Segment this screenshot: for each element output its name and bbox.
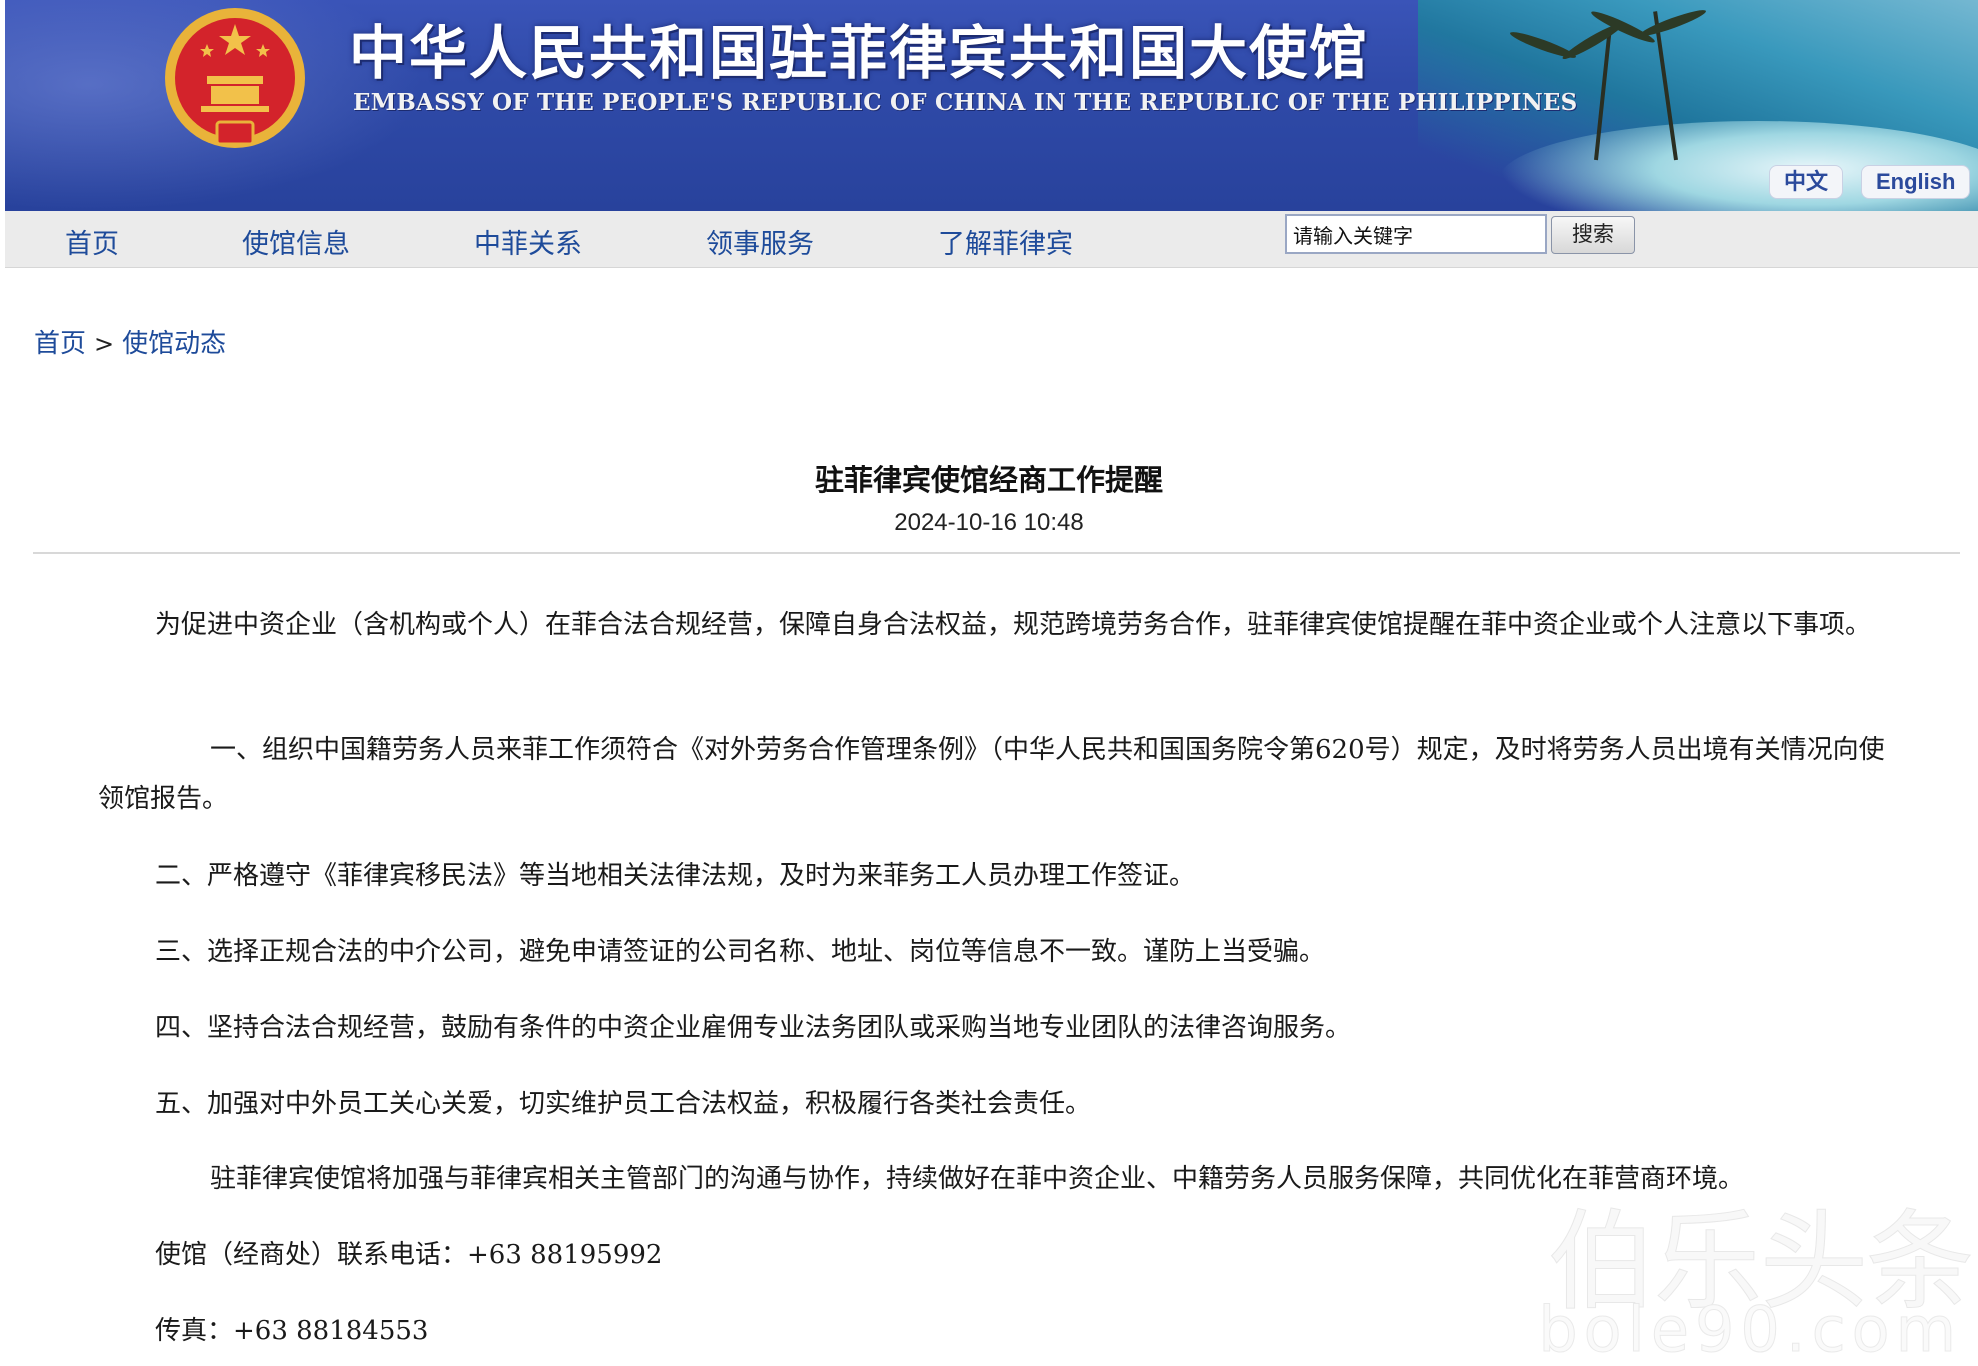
national-emblem-icon — [165, 8, 305, 148]
paragraph-text: 为促进中资企业（含机构或个人）在菲合法合规经营，保障自身合法权益，规范跨境劳务合… — [155, 610, 1872, 640]
search-button[interactable]: 搜索 — [1551, 216, 1635, 254]
lang-chinese-button[interactable]: 中文 — [1769, 165, 1844, 199]
nav-item-embassy-info[interactable]: 使馆信息 — [242, 222, 350, 261]
watermark-url: bole90.com — [1538, 1293, 1962, 1366]
article-date: 2024-10-16 10:48 — [894, 509, 1084, 536]
article-paragraph: 二、严格遵守《菲律宾移民法》等当地相关法律法规，及时为来菲务工人员办理工作签证。 — [98, 852, 1898, 901]
paragraph-text: 传真：+63 88184553 — [155, 1316, 429, 1346]
breadcrumb-current-link[interactable]: 使馆动态 — [122, 329, 226, 359]
lang-english-button[interactable]: English — [1861, 165, 1971, 199]
breadcrumb-home-link[interactable]: 首页 — [34, 329, 86, 359]
site-title-chinese: 中华人民共和国驻菲律宾共和国大使馆 — [349, 19, 1370, 87]
nav-item-consular-services[interactable]: 领事服务 — [706, 222, 814, 261]
paragraph-text: 一、组织中国籍劳务人员来菲工作须符合《对外劳务合作管理条例》（中华人民共和国国务… — [98, 735, 1885, 814]
nav-item-about-philippines[interactable]: 了解菲律宾 — [938, 222, 1073, 261]
article-paragraph: 五、加强对中外员工关心关爱，切实维护员工合法权益，积极履行各类社会责任。 — [98, 1080, 1898, 1129]
article-paragraph: 一、组织中国籍劳务人员来菲工作须符合《对外劳务合作管理条例》（中华人民共和国国务… — [98, 726, 1898, 824]
paragraph-text: 五、加强对中外员工关心关爱，切实维护员工合法权益，积极履行各类社会责任。 — [155, 1089, 1092, 1119]
article-paragraph: 为促进中资企业（含机构或个人）在菲合法合规经营，保障自身合法权益，规范跨境劳务合… — [98, 601, 1898, 650]
breadcrumb-separator: > — [94, 330, 115, 358]
paragraph-text: 四、坚持合法合规经营，鼓励有条件的中资企业雇佣专业法务团队或采购当地专业团队的法… — [155, 1013, 1352, 1043]
paragraph-text: 二、严格遵守《菲律宾移民法》等当地相关法律法规，及时为来菲务工人员办理工作签证。 — [155, 861, 1196, 891]
article-title: 驻菲律宾使馆经商工作提醒 — [814, 463, 1163, 497]
nav-item-home[interactable]: 首页 — [65, 222, 119, 261]
nav-item-china-philippines-relations[interactable]: 中菲关系 — [474, 222, 582, 261]
paragraph-text: 使馆（经商处）联系电话：+63 88195992 — [155, 1240, 663, 1270]
header-banner: 中华人民共和国驻菲律宾共和国大使馆 EMBASSY OF THE PEOPLE'… — [5, 0, 1978, 211]
search-input[interactable] — [1285, 214, 1547, 254]
paragraph-text: 三、选择正规合法的中介公司，避免申请签证的公司名称、地址、岗位等信息不一致。谨防… — [155, 937, 1326, 967]
article-paragraph: 四、坚持合法合规经营，鼓励有条件的中资企业雇佣专业法务团队或采购当地专业团队的法… — [98, 1004, 1898, 1053]
site-title-english: EMBASSY OF THE PEOPLE'S REPUBLIC OF CHIN… — [353, 89, 1578, 116]
breadcrumb: 首页 > 使馆动态 — [34, 323, 226, 360]
article-paragraph: 三、选择正规合法的中介公司，避免申请签证的公司名称、地址、岗位等信息不一致。谨防… — [98, 928, 1898, 977]
main-nav: 首页 使馆信息 中菲关系 领事服务 了解菲律宾 — [5, 211, 1978, 268]
title-divider — [33, 552, 1960, 554]
watermark-logo: 伯乐头条 bole90.com — [1372, 1175, 1975, 1366]
